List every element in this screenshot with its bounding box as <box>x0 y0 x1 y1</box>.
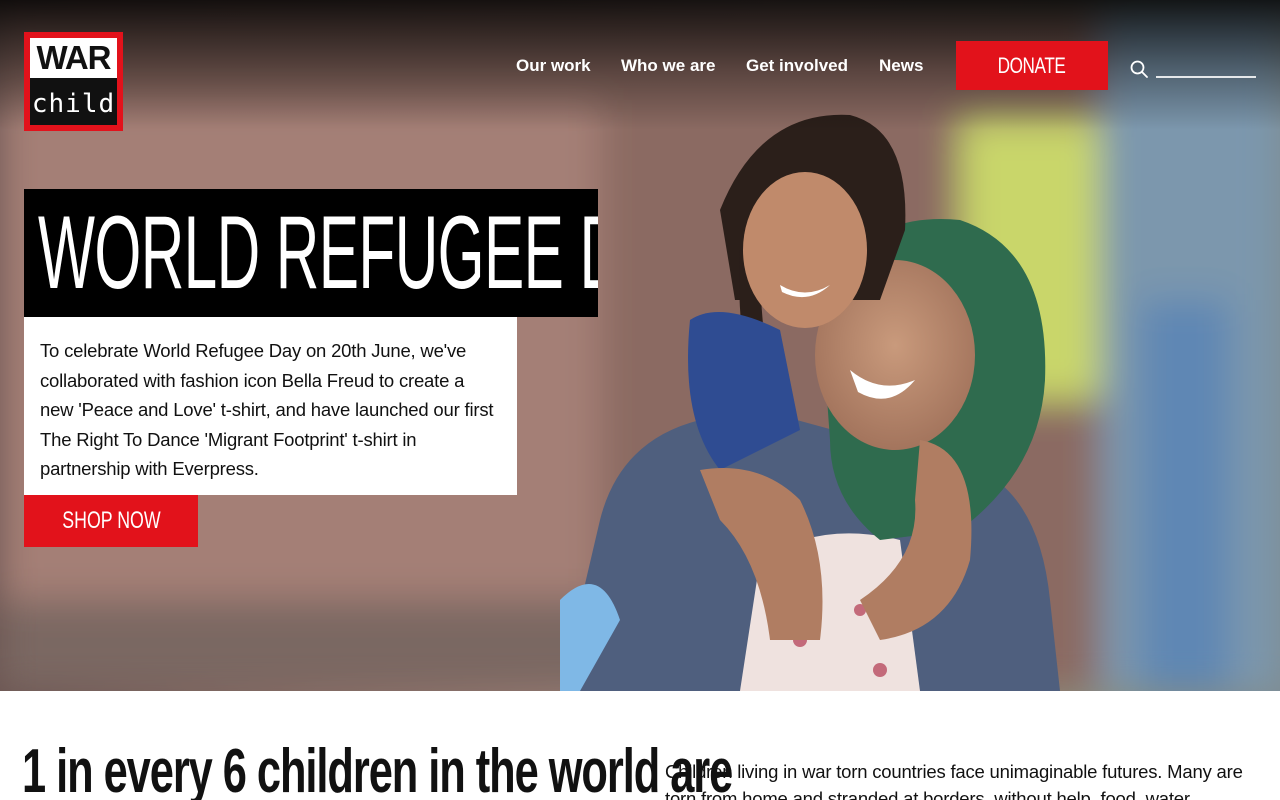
hero-description: To celebrate World Refugee Day on 20th J… <box>40 340 494 479</box>
shop-now-button[interactable]: SHOP NOW <box>24 495 198 547</box>
donate-label: DONATE <box>998 53 1066 78</box>
nav-item-get-involved[interactable]: Get involved <box>746 54 848 78</box>
hero-description-box: To celebrate World Refugee Day on 20th J… <box>24 317 517 495</box>
logo-text-child: child <box>31 89 116 119</box>
stat-heading: 1 in every 6 children in the world are <box>22 737 733 800</box>
search-icon[interactable] <box>1130 60 1148 78</box>
headline-box: WORLD REFUGEE DAY <box>24 189 598 317</box>
search-input[interactable] <box>1156 56 1256 78</box>
nav-item-who-we-are[interactable]: Who we are <box>621 54 715 78</box>
logo-text-war: WAR <box>30 38 117 78</box>
nav-item-news[interactable]: News <box>879 54 923 78</box>
donate-button[interactable]: DONATE <box>956 41 1108 90</box>
war-child-logo[interactable]: WAR child <box>24 32 123 131</box>
shop-now-label: SHOP NOW <box>61 507 161 534</box>
hero-headline: WORLD REFUGEE DAY <box>38 195 598 311</box>
intro-text: Children living in war torn countries fa… <box>665 761 1243 800</box>
logo-inner: WAR child <box>30 38 117 125</box>
nav-item-our-work[interactable]: Our work <box>516 54 591 78</box>
